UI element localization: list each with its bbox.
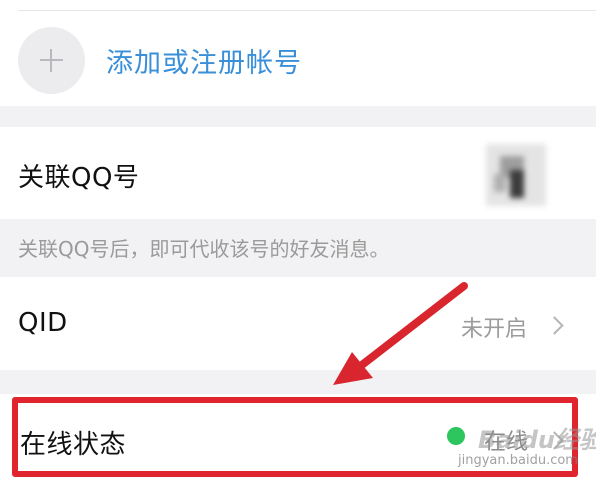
watermark-url: jingyan.baidu.com [458,453,578,468]
watermark-brand: Baidu经验 [478,426,596,454]
annotation-arrow [333,282,468,385]
